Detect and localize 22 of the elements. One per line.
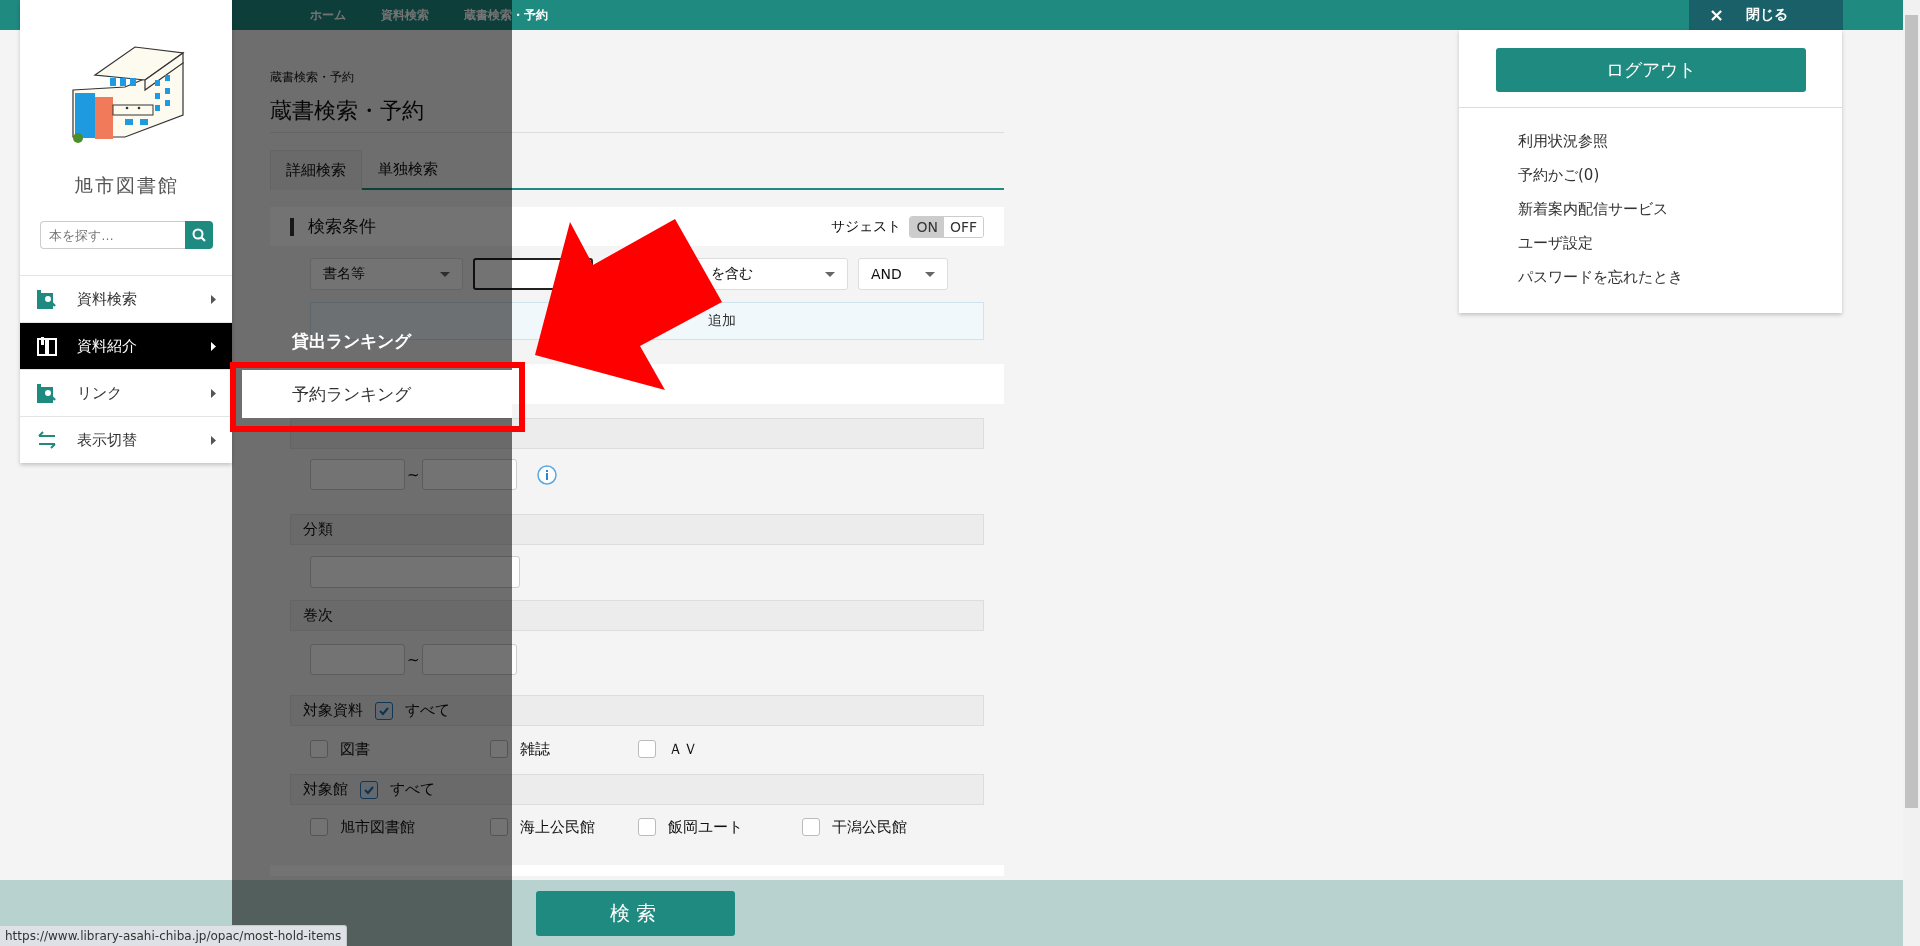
checkbox-label: すべて	[405, 701, 450, 720]
checkbox-label: 雑誌	[520, 739, 550, 759]
page-breadcrumb: 蔵書検索・予約	[270, 69, 354, 86]
checkbox-label: 旭市図書館	[340, 817, 415, 837]
status-url: https://www.library-asahi-chiba.jp/opac/most-hold-items	[0, 925, 348, 946]
range-separator: ~	[407, 650, 420, 669]
filter-label: 対象館	[303, 780, 348, 799]
checkbox-label: ＡＶ	[668, 739, 698, 759]
page-title: 蔵書検索・予約	[270, 97, 424, 125]
range-separator: ~	[407, 465, 420, 484]
section-heading: 検索条件	[308, 215, 376, 238]
filter-label: 巻次	[303, 606, 333, 625]
close-icon: ×	[1709, 6, 1725, 24]
suggest-label: サジェスト	[831, 217, 902, 236]
library-name: 旭市図書館	[73, 173, 179, 198]
checkbox-label: 図書	[340, 739, 370, 759]
checkbox-label: すべて	[390, 780, 435, 799]
filter-label: 分類	[303, 520, 333, 539]
checkbox-label: 干潟公民館	[832, 817, 907, 837]
checkbox-label: 海上公民館	[520, 817, 595, 837]
filter-label: 対象資料	[303, 701, 363, 720]
checkbox-label: 飯岡ユート	[668, 817, 743, 837]
